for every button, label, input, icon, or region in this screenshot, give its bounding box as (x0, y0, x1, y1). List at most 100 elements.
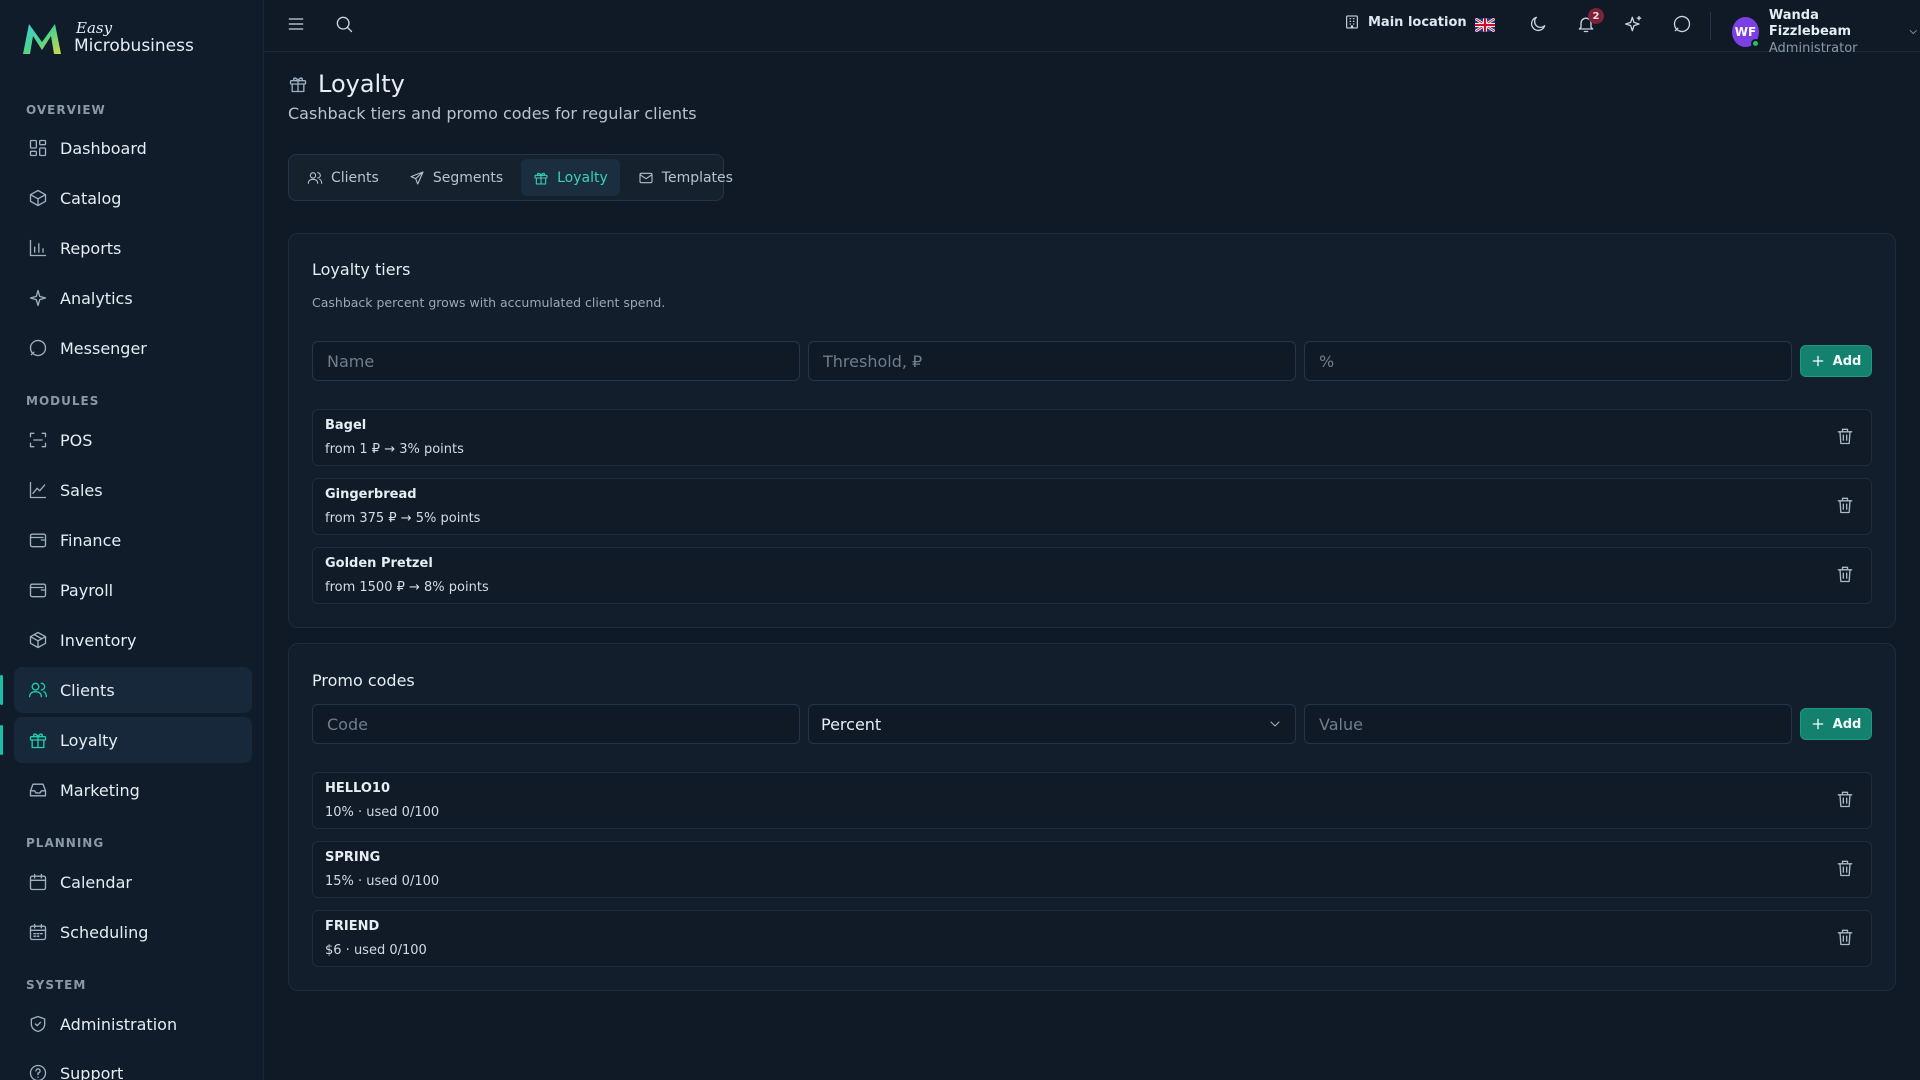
tier-name: Golden Pretzel (325, 556, 433, 571)
sidebar-item-label: Scheduling (60, 922, 149, 942)
topbar: Main location 2 WF Wanda Fizzlebeam Admi… (264, 0, 1920, 56)
tab-label: Clients (331, 169, 379, 186)
add-tier-button[interactable]: Add (1800, 345, 1872, 377)
nav-section-system: SYSTEM (26, 978, 87, 992)
gift-icon (289, 77, 307, 93)
notification-badge: 2 (1588, 8, 1604, 24)
delete-tier-button[interactable] (1835, 426, 1855, 446)
list-item: Golden Pretzel from 1500 ₽ → 8% points (312, 547, 1872, 604)
delete-tier-button[interactable] (1835, 495, 1855, 515)
tab-clients[interactable]: Clients (295, 159, 391, 196)
users-icon (29, 682, 47, 698)
tab-loyalty[interactable]: Loyalty (521, 159, 620, 196)
loyalty-tiers-title: Loyalty tiers (312, 260, 411, 279)
sidebar-item-label: Messenger (60, 338, 147, 358)
tier-detail: from 1500 ₽ → 8% points (325, 580, 489, 595)
promo-value-input[interactable] (1304, 704, 1792, 744)
plus-icon (1812, 718, 1823, 730)
nav-section-planning: PLANNING (26, 836, 105, 850)
gift-icon (29, 733, 47, 749)
sidebar-item-scheduling[interactable]: Scheduling (14, 909, 252, 955)
sidebar-item-dashboard[interactable]: Dashboard (14, 125, 252, 171)
chevron-down-icon (1270, 721, 1280, 727)
calendar-grid-icon (29, 923, 47, 941)
nav-section-overview: OVERVIEW (26, 103, 106, 117)
scan-icon (29, 432, 47, 448)
tier-percent-input[interactable] (1304, 341, 1792, 381)
user-menu[interactable]: WF Wanda Fizzlebeam Administrator (1732, 8, 1920, 57)
search-button[interactable] (334, 14, 354, 34)
promo-type-select[interactable]: Percent (808, 704, 1296, 744)
promo-codes-card: Promo codes Percent Add HELLO10 10% · us… (288, 643, 1896, 991)
promo-code: HELLO10 (325, 781, 391, 796)
delete-promo-button[interactable] (1835, 858, 1855, 878)
sidebar-item-calendar[interactable]: Calendar (14, 859, 252, 905)
sidebar-item-label: Support (60, 1063, 124, 1080)
tier-name-input[interactable] (312, 341, 800, 381)
location-selector[interactable]: Main location (1344, 14, 1467, 30)
sidebar-item-label: Payroll (60, 580, 114, 600)
delete-promo-button[interactable] (1835, 789, 1855, 809)
topbar-divider (1710, 12, 1711, 40)
reports-icon (29, 239, 47, 257)
sidebar-item-inventory[interactable]: Inventory (14, 617, 252, 663)
tier-detail: from 1 ₽ → 3% points (325, 442, 464, 457)
ai-assistant-button[interactable] (1624, 14, 1644, 34)
tier-threshold-input[interactable] (808, 341, 1296, 381)
box-icon (29, 631, 47, 649)
sidebar-item-payroll[interactable]: Payroll (14, 567, 252, 613)
sidebar-item-pos[interactable]: POS (14, 417, 252, 463)
promo-code-input[interactable] (312, 704, 800, 744)
sidebar-item-catalog[interactable]: Catalog (14, 175, 252, 221)
promo-detail: $6 · used 0/100 (325, 943, 427, 958)
menu-toggle-button[interactable] (286, 14, 306, 34)
sidebar-item-label: Loyalty (60, 730, 118, 750)
sidebar-item-label: Finance (60, 530, 122, 550)
chat-button[interactable] (1672, 14, 1692, 34)
theme-toggle-button[interactable] (1528, 14, 1548, 34)
brand-name: Microbusiness (74, 35, 194, 56)
sidebar-item-clients[interactable]: Clients (0, 667, 252, 713)
tier-name: Gingerbread (325, 487, 417, 502)
add-tier-label: Add (1832, 353, 1862, 369)
sparkle-icon (1625, 15, 1642, 32)
uk-flag-icon[interactable] (1475, 18, 1495, 32)
tab-label: Loyalty (557, 169, 608, 186)
plus-icon (1812, 355, 1823, 367)
add-promo-button[interactable]: Add (1800, 708, 1872, 740)
shield-icon (30, 1015, 46, 1033)
list-item: SPRING 15% · used 0/100 (312, 841, 1872, 898)
tab-templates[interactable]: Templates (626, 159, 745, 196)
promo-detail: 10% · used 0/100 (325, 805, 440, 820)
moon-icon (1530, 16, 1546, 32)
sidebar-item-administration[interactable]: Administration (14, 1001, 252, 1047)
search-icon (336, 16, 353, 33)
sidebar-item-support[interactable]: Support (14, 1050, 252, 1080)
location-label: Main location (1368, 14, 1467, 30)
sidebar-item-finance[interactable]: Finance (14, 517, 252, 563)
sidebar-item-marketing[interactable]: Marketing (14, 767, 252, 813)
sidebar-item-analytics[interactable]: Analytics (14, 275, 252, 321)
sidebar-item-messenger[interactable]: Messenger (14, 325, 252, 371)
users-icon (307, 171, 323, 184)
sales-chart-icon (29, 481, 47, 499)
list-item: Bagel from 1 ₽ → 3% points (312, 409, 1872, 466)
notifications-button[interactable]: 2 (1576, 8, 1604, 34)
delete-promo-button[interactable] (1835, 927, 1855, 947)
sidebar-item-label: Sales (60, 480, 103, 500)
brand-logo-link[interactable]: Easy Microbusiness (20, 18, 194, 58)
sidebar-item-sales[interactable]: Sales (14, 467, 252, 513)
sidebar-item-loyalty[interactable]: Loyalty (0, 717, 252, 763)
tier-name: Bagel (325, 418, 367, 433)
loyalty-tiers-card: Loyalty tiers Cashback percent grows wit… (288, 233, 1896, 628)
delete-tier-button[interactable] (1835, 564, 1855, 584)
sidebar: Easy Microbusiness OVERVIEW Dashboard Ca… (0, 0, 264, 1080)
tab-segments[interactable]: Segments (397, 159, 515, 196)
sidebar-item-label: POS (60, 430, 93, 450)
sidebar-item-reports[interactable]: Reports (14, 225, 252, 271)
promo-code: SPRING (325, 850, 381, 865)
mail-icon (639, 172, 653, 183)
calendar-icon (29, 873, 47, 891)
trash-icon (1837, 860, 1853, 877)
avatar: WF (1732, 17, 1760, 49)
